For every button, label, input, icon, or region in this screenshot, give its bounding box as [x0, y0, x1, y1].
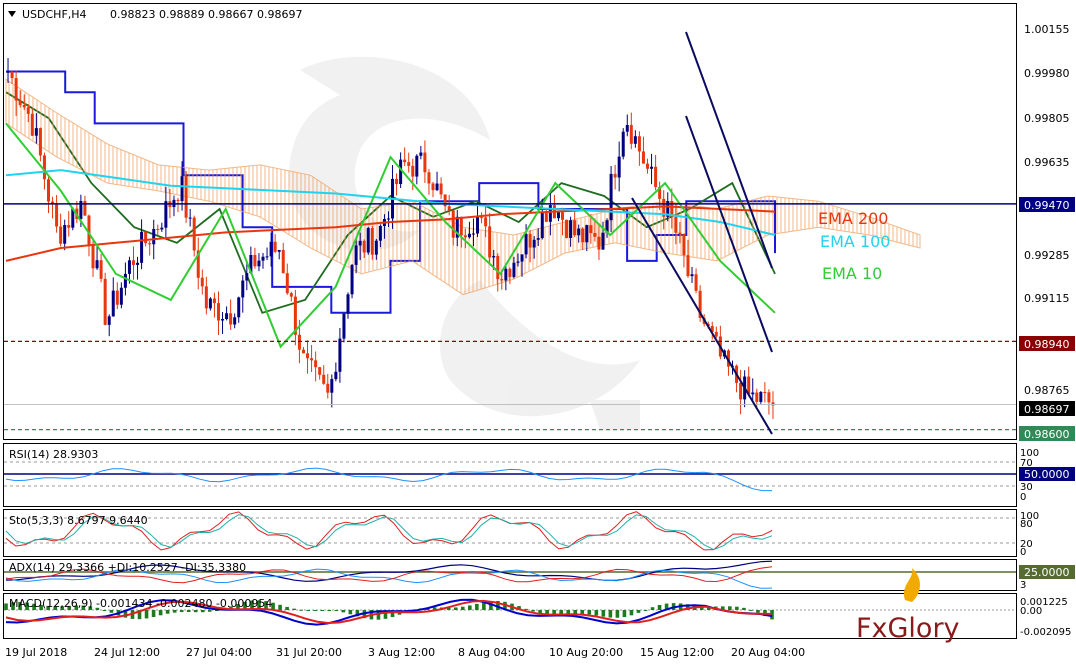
price-badge-support1-text: 0.98940: [1024, 338, 1070, 351]
macd-histogram-bar: [186, 610, 191, 613]
macd-label: MACD(12,26,9) -0.001434 -0.002480 -0.000…: [9, 597, 272, 610]
price-badge-resistance-text: 0.99470: [1024, 199, 1070, 212]
price-badge-current: 0.98697: [1019, 401, 1075, 416]
rsi-tick: 0: [1020, 492, 1026, 503]
price-badge-current-text: 0.98697: [1024, 403, 1070, 416]
macd-histogram-bar: [109, 610, 114, 613]
legend-ema100: EMA 100: [820, 232, 890, 251]
price-tick: 0.99805: [1024, 112, 1070, 125]
macd-histogram-bar: [285, 606, 289, 610]
candle-bullish: [366, 226, 370, 255]
macd-histogram-bar: [475, 603, 479, 610]
price-tick: 0.98765: [1024, 384, 1070, 397]
time-tick: 3 Aug 12:00: [368, 646, 435, 659]
stoch-tick: 80: [1020, 519, 1033, 530]
price-tick: 0.99635: [1024, 156, 1070, 169]
macd-histogram-bar: [306, 610, 310, 611]
time-tick: 27 Jul 04:00: [186, 646, 252, 659]
macd-histogram-bar: [728, 606, 732, 610]
macd-histogram-bar: [608, 610, 613, 618]
macd-histogram-bar: [151, 610, 156, 618]
macd-histogram-bar: [601, 610, 606, 617]
price-badge-support1: 0.98940: [1019, 336, 1075, 351]
macd-histogram-bar: [193, 610, 198, 613]
legend-ema10: EMA 10: [822, 264, 882, 283]
macd-histogram-bar: [292, 608, 296, 610]
macd-histogram-bar: [742, 607, 746, 610]
time-tick: 15 Aug 12:00: [640, 646, 714, 659]
time-tick: 10 Aug 20:00: [549, 646, 623, 659]
macd-histogram-bar: [172, 610, 177, 613]
stoch-label: Sto(5,3,3) 8.6797 9.6440: [9, 514, 148, 527]
candle-bullish: [350, 264, 354, 299]
time-tick: 8 Aug 04:00: [458, 646, 525, 659]
macd-histogram-bar: [468, 605, 472, 610]
macd-histogram-bar: [650, 607, 655, 610]
macd-tick: 0.00: [1020, 606, 1042, 617]
stoch-tick: 0: [1020, 547, 1026, 558]
price-badge-support2: 0.98600: [1019, 426, 1075, 441]
macd-histogram-bar: [587, 610, 592, 615]
candle-bearish: [565, 219, 569, 239]
brand-name: FxGlory: [856, 613, 960, 644]
ohlc-label: 0.98823 0.98889 0.98667 0.98697: [110, 8, 302, 21]
macd-histogram-bar: [643, 610, 648, 611]
price-badge-resistance: 0.99470: [1019, 197, 1075, 212]
macd-histogram-bar: [636, 610, 641, 613]
macd-histogram-bar: [460, 606, 465, 610]
rsi-label: RSI(14) 28.9303: [9, 448, 98, 461]
macd-histogram-bar: [531, 610, 535, 612]
price-tick: 0.99285: [1024, 249, 1070, 262]
price-badge-support2-text: 0.98600: [1024, 428, 1070, 441]
rsi-midline-badge: 50.0000: [1024, 468, 1070, 481]
time-tick: 24 Jul 12:00: [94, 646, 160, 659]
macd-histogram-bar: [179, 610, 184, 613]
time-tick: 31 Jul 20:00: [276, 646, 342, 659]
macd-histogram-bar: [144, 610, 149, 619]
time-axis: 19 Jul 2018 24 Jul 12:00 27 Jul 04:00 31…: [5, 646, 805, 659]
adx-label: ADX(14) 29.3366 +DI:10.2527 -DI:35.3380: [9, 561, 246, 574]
macd-histogram-bar: [341, 610, 346, 613]
macd-histogram-bar: [629, 610, 634, 616]
price-tick: 1.00155: [1024, 23, 1070, 36]
macd-histogram-bar: [348, 610, 353, 615]
macd-histogram-bar: [594, 610, 599, 616]
macd-histogram-bar: [615, 610, 620, 618]
macd-histogram-bar: [207, 610, 212, 612]
macd-histogram-bar: [299, 609, 303, 611]
macd-histogram-bar: [580, 610, 585, 614]
macd-histogram-bar: [4, 603, 8, 610]
macd-histogram-bar: [278, 604, 282, 610]
candle-bullish: [621, 128, 625, 160]
legend-ema200: EMA 200: [818, 209, 888, 228]
price-chart: USDCHF,H4 0.98823 0.98889 0.98667 0.9869…: [0, 0, 1076, 669]
macd-histogram-bar: [102, 610, 107, 611]
chart-header: USDCHF,H4 0.98823 0.98889 0.98667 0.9869…: [8, 8, 302, 21]
adx-tick: 3: [1020, 580, 1026, 591]
adx-level-badge: 25.0000: [1024, 566, 1070, 579]
macd-histogram-bar: [756, 610, 760, 613]
macd-histogram-bar: [165, 610, 170, 614]
macd-histogram-bar: [573, 610, 578, 614]
macd-histogram-bar: [200, 610, 205, 613]
time-tick: 19 Jul 2018: [5, 646, 67, 659]
macd-histogram-bar: [334, 610, 339, 612]
time-tick: 20 Aug 04:00: [731, 646, 805, 659]
macd-histogram-bar: [749, 609, 753, 611]
macd-histogram-bar: [622, 610, 627, 618]
candle-bullish: [342, 313, 346, 343]
macd-histogram-bar: [657, 604, 662, 610]
macd-histogram-bar: [453, 607, 458, 610]
macd-histogram-bar: [158, 610, 163, 616]
macd-histogram-bar: [320, 610, 325, 611]
price-tick: 0.99980: [1024, 67, 1070, 80]
macd-tick: -0.002095: [1020, 627, 1071, 638]
macd-histogram-bar: [313, 610, 318, 611]
macd-histogram-bar: [735, 606, 739, 610]
macd-histogram-bar: [327, 610, 332, 611]
price-tick: 0.99115: [1024, 292, 1070, 305]
candle-bearish: [184, 171, 188, 223]
candle-bearish: [103, 272, 107, 326]
symbol-label: USDCHF,H4: [22, 8, 87, 21]
